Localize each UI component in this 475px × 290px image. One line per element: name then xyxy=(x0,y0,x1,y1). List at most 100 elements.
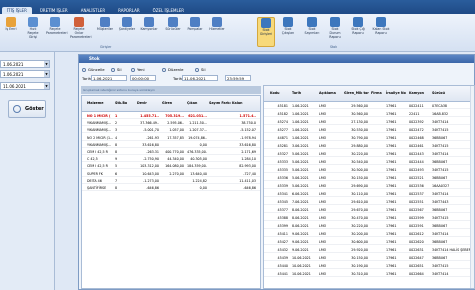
table-cell: 5.06.2021 xyxy=(292,176,309,180)
table-row[interactable]: 45333 5.06.2021 LMO 30.540,00 17961 0022444 36… xyxy=(264,159,472,165)
table-row[interactable]: NO 1 MICIR (1 1.455.71.. 705.319... 621.031… xyxy=(82,113,260,119)
table-row[interactable]: 45388 8.06.2021 LMO 30.470,00 17961 0022599 34… xyxy=(264,215,472,221)
option-4[interactable]: Sil xyxy=(195,67,206,72)
tab-0[interactable]: İTİŞ İŞLER xyxy=(2,7,32,14)
show-button[interactable]: Göster xyxy=(8,100,46,118)
ribbon-button-0[interactable]: İş Emri xyxy=(2,17,20,32)
ribbon-button-9[interactable]: Hizmetler xyxy=(208,17,226,32)
ribbon-button-1[interactable]: Hızlı Reçete Girişi xyxy=(24,17,42,39)
column-header[interactable]: Açıklama xyxy=(319,86,344,102)
ribbon-button-13[interactable]: Stok Durum Raporu xyxy=(326,17,344,39)
ribbon-button-11[interactable]: Stok Çıkışları xyxy=(279,17,297,36)
group-panel[interactable]: Gruplamak istediğiniz sütunu buraya sürü… xyxy=(81,86,261,94)
table-row[interactable]: 45281 3.06.2021 LMO 29.880,00 17961 0022461 34… xyxy=(264,143,472,149)
table-row[interactable]: 45441 10.06.2021 LMO 30.310,00 17961 0022664 3… xyxy=(264,271,472,277)
chevron-down-icon[interactable]: ▼ xyxy=(44,61,49,67)
table-cell: 45335 xyxy=(277,168,289,172)
option-3[interactable]: Düzenle xyxy=(162,67,183,72)
end-date-input[interactable]: 1.06.2021 ▼ xyxy=(0,70,50,78)
table-row[interactable]: CEM I 42,5 R 5 103.312,00 164.080,00 184.359… xyxy=(82,163,260,170)
table-row[interactable]: SUPER FK 6 10.643,00 2.270,00 13.640,40 -727,… xyxy=(82,171,260,177)
column-header[interactable]: Stk.Bo xyxy=(115,96,135,112)
table-cell: 45399 xyxy=(277,224,289,228)
column-header[interactable]: Giren xyxy=(162,96,186,112)
table-row[interactable]: 45327 5.06.2021 LMO 30.220,00 17961 0022443 34… xyxy=(264,151,472,157)
ribbon-button-3[interactable]: Reçete Onlar Parametreleri xyxy=(70,17,92,39)
table-cell xyxy=(371,159,384,165)
to-date-input[interactable]: 11.06.2021 xyxy=(182,75,218,81)
from-date-input[interactable]: 1.06.2021 xyxy=(91,75,127,81)
table-row[interactable]: 45439 10.06.2021 LMO 30.150,00 17961 0022647 3… xyxy=(264,255,472,261)
table-row[interactable]: 45341 6.06.2021 LMO 30.110,00 17961 0022537 34… xyxy=(264,191,472,197)
chevron-down-icon[interactable]: ▼ xyxy=(44,71,49,77)
ribbon-button-8[interactable]: Pompalar xyxy=(186,17,204,32)
ribbon-button-4[interactable]: Müşteriler xyxy=(96,17,114,32)
ribbon-button-label: Hizmetler xyxy=(209,27,225,31)
table-row[interactable]: 45432 9.06.2021 LMO 29.920,00 17961 0022631 34… xyxy=(264,247,472,253)
table-row[interactable]: ŞANTİFİRSE 8 -646,86 0,00 -646,86 xyxy=(82,185,260,191)
table-row[interactable]: NO 2 MICIR (1... 4 -261.93 17.357,85 19.074,… xyxy=(82,135,260,141)
table-row[interactable]: 45336 5.06.2021 LMO 30.150,00 17961 0022521 36… xyxy=(264,175,472,181)
table-row[interactable]: 45339 5.06.2021 LMO 29.690,00 17961 0022536 16… xyxy=(264,183,472,189)
column-header[interactable]: Giren_Mik tar xyxy=(344,86,370,102)
column-header[interactable]: Kodu xyxy=(270,86,290,102)
option-1[interactable]: Sil xyxy=(111,67,122,72)
column-header[interactable]: Sürücü xyxy=(432,86,474,102)
table-row[interactable]: DEITA 46 7 -1.273,00 1.224,82 11.411,03 xyxy=(82,178,260,184)
tab-2[interactable]: ANALİSTLER xyxy=(76,7,110,14)
option-0[interactable]: Güncelle xyxy=(82,67,105,72)
vertical-scrollbar[interactable] xyxy=(470,86,474,288)
tab-3[interactable]: RAPORLAR xyxy=(113,7,145,14)
table-row[interactable]: 45411 9.06.2021 LMO 30.200,00 17961 0022612 34… xyxy=(264,231,472,237)
table-cell xyxy=(371,231,384,237)
table-cell: 0022612 xyxy=(409,232,424,236)
column-header[interactable]: Sayım Farkı xyxy=(209,96,231,112)
column-header[interactable]: Tarih xyxy=(292,86,318,102)
table-row[interactable]: 45440 10.06.2021 LMO 30.190,00 17961 0022651 3… xyxy=(264,263,472,269)
table-row[interactable]: 45274 1.06.2021 LMO 27.130,00 17961 0022392 34… xyxy=(264,119,472,125)
column-header[interactable]: Çıkan xyxy=(187,96,209,112)
ribbon-button-10[interactable]: Stok Girişleri xyxy=(257,17,275,47)
ribbon-button-15[interactable]: Kalan Stok Raporu xyxy=(372,17,390,36)
column-header[interactable]: Malzeme xyxy=(87,96,115,112)
table-cell: 45432 xyxy=(277,248,289,252)
ribbon-button-12[interactable]: Stok Sayımları xyxy=(303,17,321,36)
start-date-input[interactable]: 1.06.2021 ▼ xyxy=(0,60,50,68)
table-row[interactable]: 45182 1.06.2021 LMO 30.560,00 17961 22411 16AB… xyxy=(264,111,472,117)
tab-4[interactable]: ÖZEL İŞLEMLER xyxy=(148,7,189,14)
table-row[interactable]: YIKANMAMIŞ... 8 33.616,80 0,00 33.616,80 xyxy=(82,142,260,148)
ribbon-button-5[interactable]: Şantiyeler xyxy=(118,17,136,32)
column-header[interactable]: Kamyon xyxy=(409,86,431,102)
table-row[interactable]: 44871 1.06.2021 LMO 30.790,00 17961 0022468 36… xyxy=(264,135,472,141)
end-date-input-2[interactable]: 11.06.2021 ▼ xyxy=(0,82,50,90)
from-time-input[interactable]: 00:00:00 xyxy=(130,75,156,81)
table-cell: DEITA 46 xyxy=(87,178,102,183)
table-row[interactable]: 45335 5.06.2021 LMO 30.500,00 17961 0022493 34… xyxy=(264,167,472,173)
table-row[interactable]: 45181 1.06.2021 LMO 29.560,00 17961 0022411 07… xyxy=(264,103,472,109)
column-header[interactable]: İrsaliye No xyxy=(386,86,408,102)
tab-1[interactable]: ÜRETİM İŞLER xyxy=(35,7,73,14)
table-cell xyxy=(371,127,384,133)
table-row[interactable]: CEM I 42,5 R 8 -263.31 400.770,00 476.335,00… xyxy=(82,149,260,155)
table-row[interactable]: 45277 1.06.2021 LMO 30.530,00 17961 0022472 34… xyxy=(264,127,472,133)
option-2[interactable]: Yeni xyxy=(131,67,145,72)
table-row[interactable]: 45427 9.06.2021 LMO 30.600,00 17961 0022620 36… xyxy=(264,239,472,245)
table-row[interactable]: 45377 8.06.2021 LMO 29.670,00 17961 0022567 36… xyxy=(264,207,472,213)
ribbon-button-14[interactable]: Stok Çığ Raporu xyxy=(349,17,367,36)
table-row[interactable]: YIKANMAMIŞ... 3 -5.001,70 1.057,00 1.207.37.… xyxy=(82,127,260,134)
table-row[interactable]: YIKANMAMIŞ... 2 37.366.49.. 2.595.06.. 1.211… xyxy=(82,120,260,127)
chevron-down-icon[interactable]: ▼ xyxy=(44,83,49,89)
table-row[interactable]: 45345 7.06.2021 LMO 29.610,00 17961 0022551 34… xyxy=(264,199,472,205)
table-row[interactable]: 45399 8.06.2021 LMO 30.220,00 17961 0022591 36… xyxy=(264,223,472,229)
table-cell: -2.750,90 xyxy=(143,157,159,162)
to-time-input[interactable]: 23:59:59 xyxy=(225,75,251,81)
ribbon-button-7[interactable]: Sürücüler xyxy=(164,17,182,32)
column-header[interactable]: Kalan xyxy=(232,96,258,112)
table-cell: 37.366.49.. xyxy=(140,121,159,126)
column-header[interactable]: Firma xyxy=(371,86,386,102)
ribbon-button-6[interactable]: Kamyonlar xyxy=(140,17,158,32)
column-header[interactable]: Devir xyxy=(137,96,161,112)
ribbon-button-2[interactable]: Reçete Parametreleri xyxy=(46,17,68,36)
table-row[interactable]: C 42,5 9 -2.750,90 44.340,00 40.305,00 1.284,… xyxy=(82,156,260,163)
table-cell: 0022536 xyxy=(409,184,424,188)
